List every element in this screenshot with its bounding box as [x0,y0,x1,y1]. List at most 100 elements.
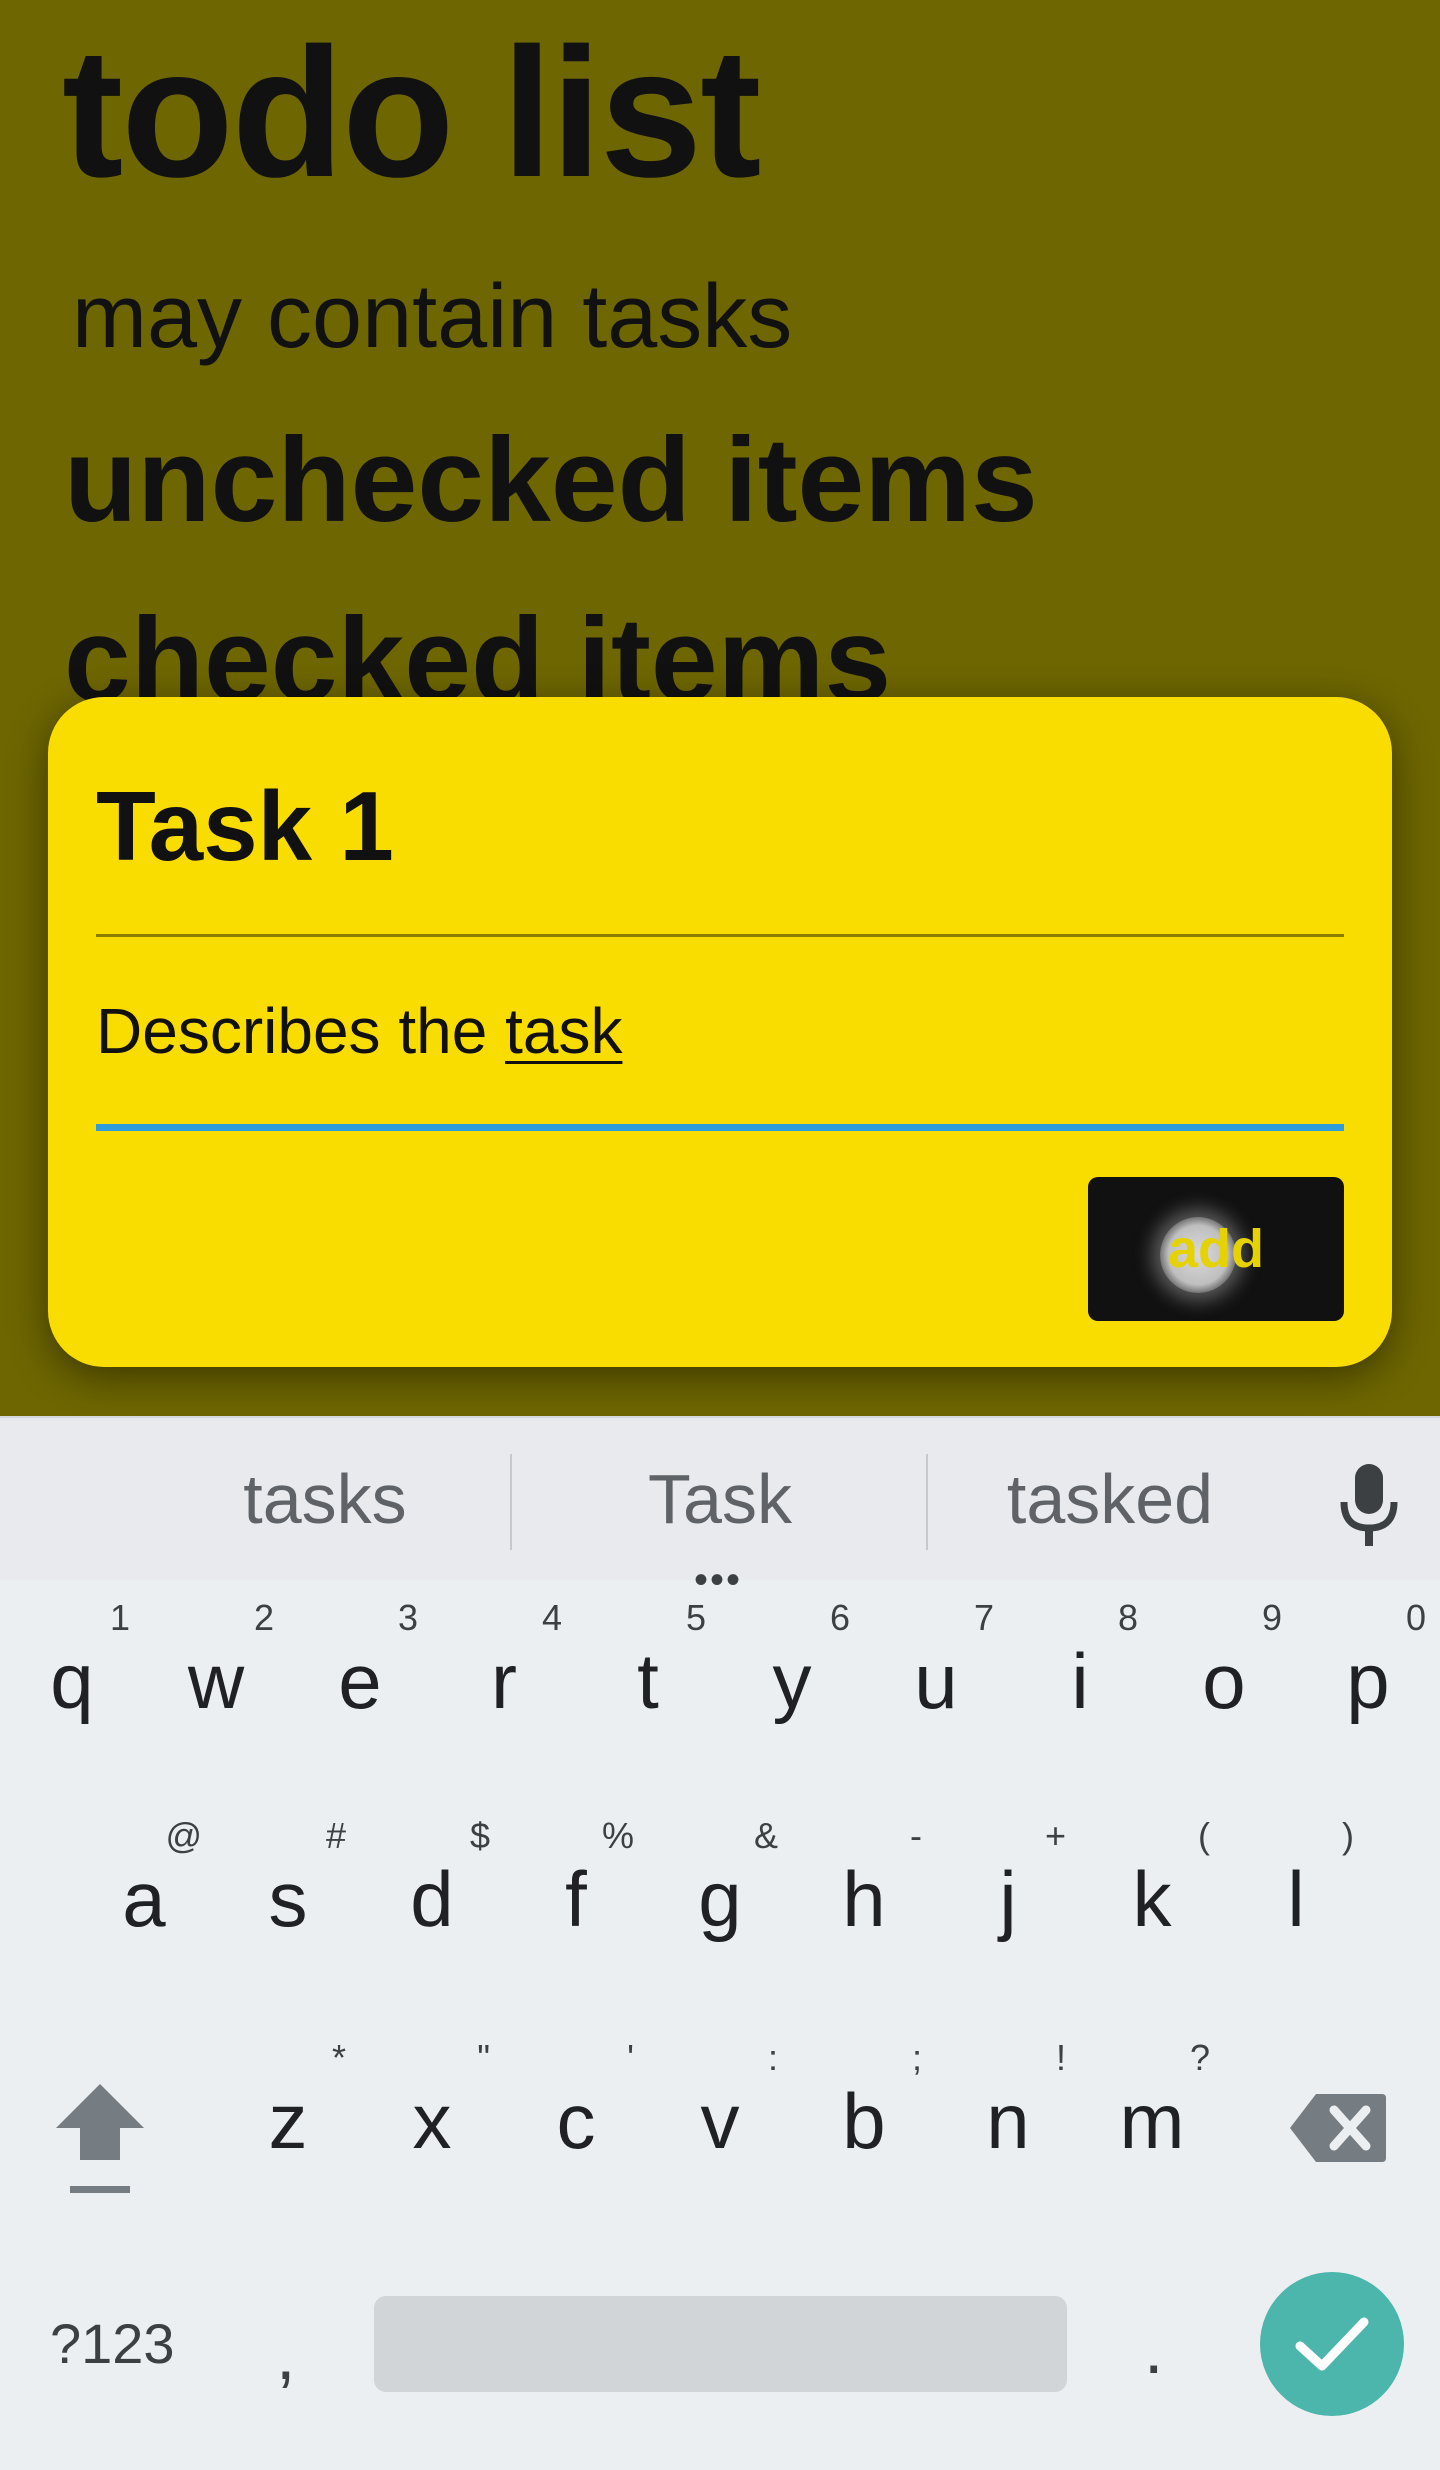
key-a[interactable]: @ a [72,1800,216,2000]
key-hint: # [325,1815,346,1856]
description-composing-word: task [505,995,623,1067]
key-hint: - [910,1815,922,1856]
page-subtitle: may contain tasks [72,267,793,367]
key-hint: 3 [397,1597,418,1638]
key-hint: ) [1342,1815,1354,1856]
key-k[interactable]: (k [1080,1800,1224,2000]
key-p[interactable]: 0p [1296,1582,1440,1782]
key-label: l [1287,1855,1305,1943]
key-label: h [842,1855,886,1943]
task-title-input[interactable]: Task 1 [96,777,394,875]
key-hint: 8 [1117,1597,1138,1638]
key-label: v [700,2077,740,2165]
key-label: k [1132,1855,1172,1943]
comma-key[interactable]: , [276,2320,295,2390]
key-label: r [491,1637,517,1725]
key-h[interactable]: -h [792,1800,936,2000]
key-o[interactable]: 9o [1152,1582,1296,1782]
key-hint: % [601,1815,634,1856]
symbols-key[interactable]: ?123 [50,2316,175,2372]
key-hint: ! [1055,2037,1066,2078]
key-label: f [565,1855,587,1943]
suggestion-3[interactable]: tasked [960,1464,1260,1534]
key-hint: ' [627,2037,634,2078]
period-key[interactable]: . [1144,2314,1163,2384]
page-title: todo list [62,9,761,215]
key-label: o [1202,1637,1246,1725]
key-label: s [268,1855,308,1943]
key-label: u [914,1637,958,1725]
key-j[interactable]: + j [936,1800,1080,2000]
key-hint: 5 [685,1597,706,1638]
description-input-underline [96,1124,1344,1131]
key-hint: 0 [1405,1597,1426,1638]
key-hint: * [331,2037,346,2078]
key-label: x [412,2077,452,2165]
key-q[interactable]: 1q [0,1582,144,1782]
key-s[interactable]: # s [216,1800,360,2000]
key-z[interactable]: * z [216,2022,360,2222]
key-hint: 4 [541,1597,562,1638]
key-hint: : [767,2037,778,2078]
key-hint: & [753,1815,778,1856]
enter-key[interactable] [1260,2272,1404,2416]
key-hint: 2 [253,1597,274,1638]
backspace-icon[interactable] [1288,2088,1388,2168]
key-d[interactable]: $ d [360,1800,504,2000]
key-label: i [1071,1637,1089,1725]
microphone-icon[interactable] [1336,1462,1402,1548]
key-hint: 1 [109,1597,130,1638]
suggestion-2[interactable]: Task [570,1464,870,1534]
add-button-label: add [1167,1219,1264,1279]
key-x[interactable]: " x [360,2022,504,2222]
key-label: j [999,1855,1017,1943]
checkmark-icon [1295,2317,1369,2371]
key-label: c [556,2077,596,2165]
key-f[interactable]: % f [504,1800,648,2000]
key-label: q [50,1637,94,1725]
key-u[interactable]: 7u [864,1582,1008,1782]
key-label: p [1346,1637,1390,1725]
key-m[interactable]: ? m [1080,2022,1224,2222]
title-input-underline [96,934,1344,937]
shift-icon[interactable] [50,2070,150,2200]
key-label: n [986,2077,1030,2165]
key-c[interactable]: ' c [504,2022,648,2222]
key-w[interactable]: 2w [144,1582,288,1782]
key-label: e [338,1637,382,1725]
key-label: t [637,1637,659,1725]
key-r[interactable]: 4r [432,1582,576,1782]
key-g[interactable]: & g [648,1800,792,2000]
key-hint: 7 [973,1597,994,1638]
key-label: g [698,1855,742,1943]
key-hint: ; [911,2037,922,2078]
add-task-dialog: Task 1 Describes the task add [48,697,1392,1367]
key-b[interactable]: ; b [792,2022,936,2222]
key-y[interactable]: 6y [720,1582,864,1782]
space-bar[interactable] [374,2296,1067,2392]
key-n[interactable]: ! n [936,2022,1080,2222]
key-l[interactable]: ) l [1224,1800,1368,2000]
key-label: w [187,1637,245,1725]
suggestion-strip: tasks Task ••• tasked [0,1416,1440,1600]
key-v[interactable]: :v [648,2022,792,2222]
add-button[interactable]: add [1088,1177,1344,1321]
key-hint: 6 [829,1597,850,1638]
suggestion-1[interactable]: tasks [180,1464,470,1534]
key-hint: 9 [1261,1597,1282,1638]
description-text: Describes the [96,995,506,1067]
key-hint: ( [1198,1815,1210,1856]
key-hint: " [477,2037,490,2078]
key-label: d [410,1855,454,1943]
key-i[interactable]: 8i [1008,1582,1152,1782]
key-e[interactable]: 3e [288,1582,432,1782]
unchecked-items-heading: unchecked items [64,413,1038,547]
key-hint: @ [165,1815,202,1856]
key-label: z [268,2077,308,2165]
key-t[interactable]: 5t [576,1582,720,1782]
key-label: b [842,2077,886,2165]
key-label: m [1119,2077,1185,2165]
key-hint: $ [469,1815,490,1856]
task-description-input[interactable]: Describes the task [96,999,622,1063]
suggestion-divider [510,1454,512,1550]
